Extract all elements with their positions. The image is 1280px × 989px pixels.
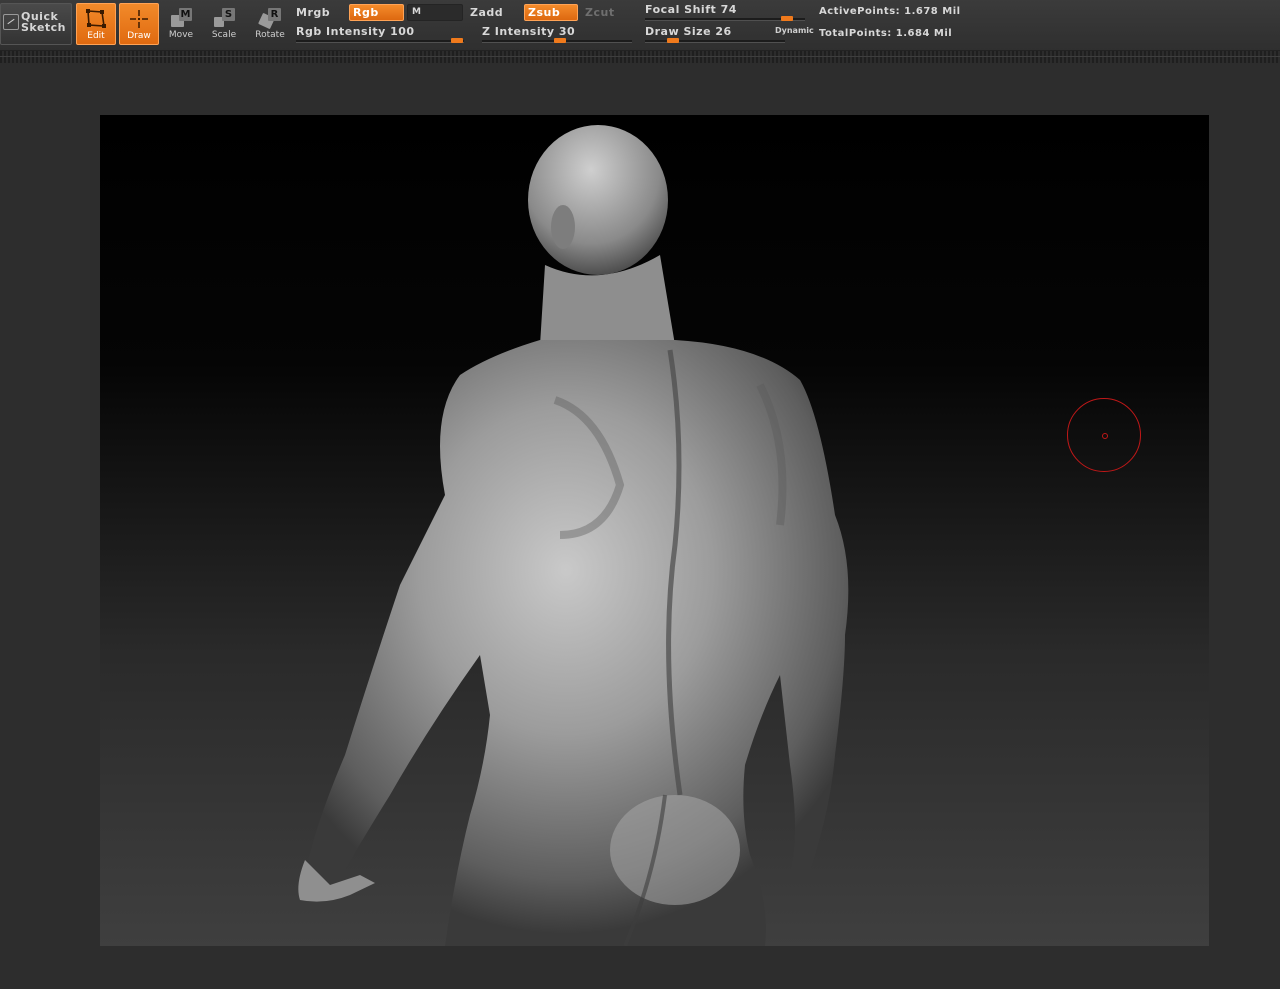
zsub-button[interactable]: Zsub — [524, 4, 578, 21]
dynamic-toggle[interactable]: Dynamic — [775, 26, 814, 35]
rgb-intensity-slider[interactable] — [296, 40, 464, 43]
z-intensity-label: Z Intensity 30 — [482, 25, 576, 38]
rotate-label: Rotate — [255, 30, 285, 40]
scale-icon: S — [211, 8, 237, 28]
draw-size-slider[interactable] — [645, 40, 785, 43]
rgb-label: Rgb — [353, 6, 379, 19]
sculpt-canvas[interactable] — [100, 115, 1209, 946]
focal-shift-label: Focal Shift 74 — [645, 3, 737, 16]
focal-shift-slider-knob[interactable] — [781, 16, 793, 21]
scale-button[interactable]: S Scale — [205, 3, 243, 45]
zsub-label: Zsub — [528, 6, 561, 19]
draw-size-label: Draw Size 26 — [645, 25, 732, 38]
mrgb-button[interactable]: Mrgb — [296, 6, 330, 19]
draw-label: Draw — [127, 31, 151, 41]
zcut-button[interactable]: Zcut — [585, 6, 615, 19]
rotate-key: R — [268, 8, 281, 21]
total-points-readout: TotalPoints: 1.684 Mil — [819, 28, 953, 39]
move-label: Move — [168, 30, 194, 40]
move-icon: M — [168, 8, 194, 28]
brush-cursor-center — [1102, 433, 1108, 439]
rotate-icon: R — [257, 8, 283, 30]
quick-sketch-label-line2: Sketch — [21, 21, 67, 34]
top-shelf-toolbar: Quick Sketch Edit Draw M Move S Scale R … — [0, 0, 1280, 51]
move-button[interactable]: M Move — [162, 3, 200, 45]
rgb-intensity-slider-knob[interactable] — [451, 38, 463, 43]
toolbar-divider-rail — [0, 51, 1280, 63]
edit-icon — [83, 9, 109, 29]
draw-size-slider-knob[interactable] — [667, 38, 679, 43]
rgb-intensity-label: Rgb Intensity 100 — [296, 25, 415, 38]
rgb-button[interactable]: Rgb — [349, 4, 404, 21]
m-label: M — [412, 7, 422, 17]
z-intensity-slider-knob[interactable] — [554, 38, 566, 43]
scale-label: Scale — [211, 30, 237, 40]
scale-key: S — [222, 8, 235, 21]
sketch-icon — [3, 14, 19, 30]
rotate-button[interactable]: R Rotate — [251, 3, 289, 45]
edit-label: Edit — [87, 31, 105, 41]
move-key: M — [179, 8, 192, 21]
edit-button[interactable]: Edit — [76, 3, 116, 45]
draw-button[interactable]: Draw — [119, 3, 159, 45]
sculpt-model — [298, 125, 849, 946]
quick-sketch-button[interactable]: Quick Sketch — [0, 3, 72, 45]
zadd-button[interactable]: Zadd — [470, 6, 503, 19]
m-button[interactable]: M — [407, 4, 463, 21]
active-points-readout: ActivePoints: 1.678 Mil — [819, 6, 961, 17]
draw-crosshair-icon — [126, 9, 152, 29]
